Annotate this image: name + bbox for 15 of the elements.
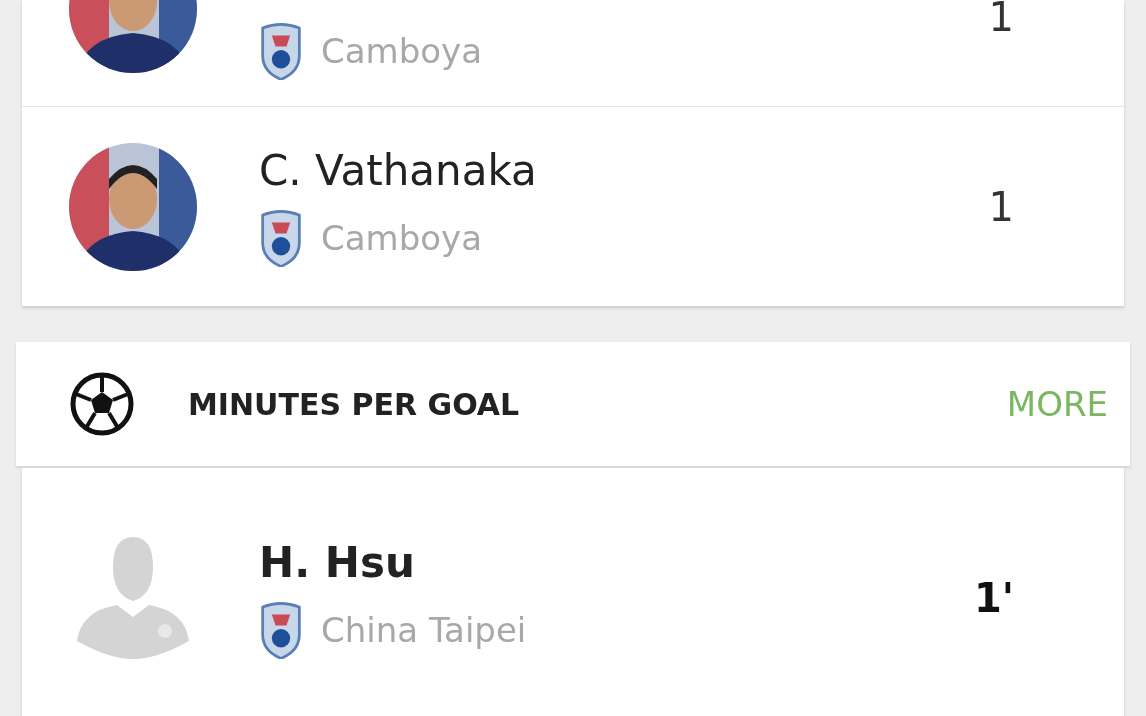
player-name: C. Vathanaka bbox=[259, 146, 538, 195]
team-name: China Taipei bbox=[321, 609, 527, 650]
crest-icon bbox=[259, 209, 303, 267]
team-name: Camboya bbox=[321, 218, 483, 258]
section-title: MINUTES PER GOAL bbox=[188, 386, 521, 422]
stat-value: 1 bbox=[988, 183, 1014, 230]
person-icon bbox=[77, 537, 189, 659]
crest-icon bbox=[259, 600, 303, 659]
player-name: H. Hsu bbox=[259, 537, 416, 587]
crest-icon bbox=[259, 22, 303, 80]
team-name: Camboya bbox=[321, 31, 483, 71]
stat-value: 1 bbox=[988, 0, 1014, 40]
more-link[interactable]: MORE bbox=[1006, 380, 1108, 428]
stat-value: 1' bbox=[973, 575, 1014, 621]
ball-icon bbox=[70, 372, 134, 436]
